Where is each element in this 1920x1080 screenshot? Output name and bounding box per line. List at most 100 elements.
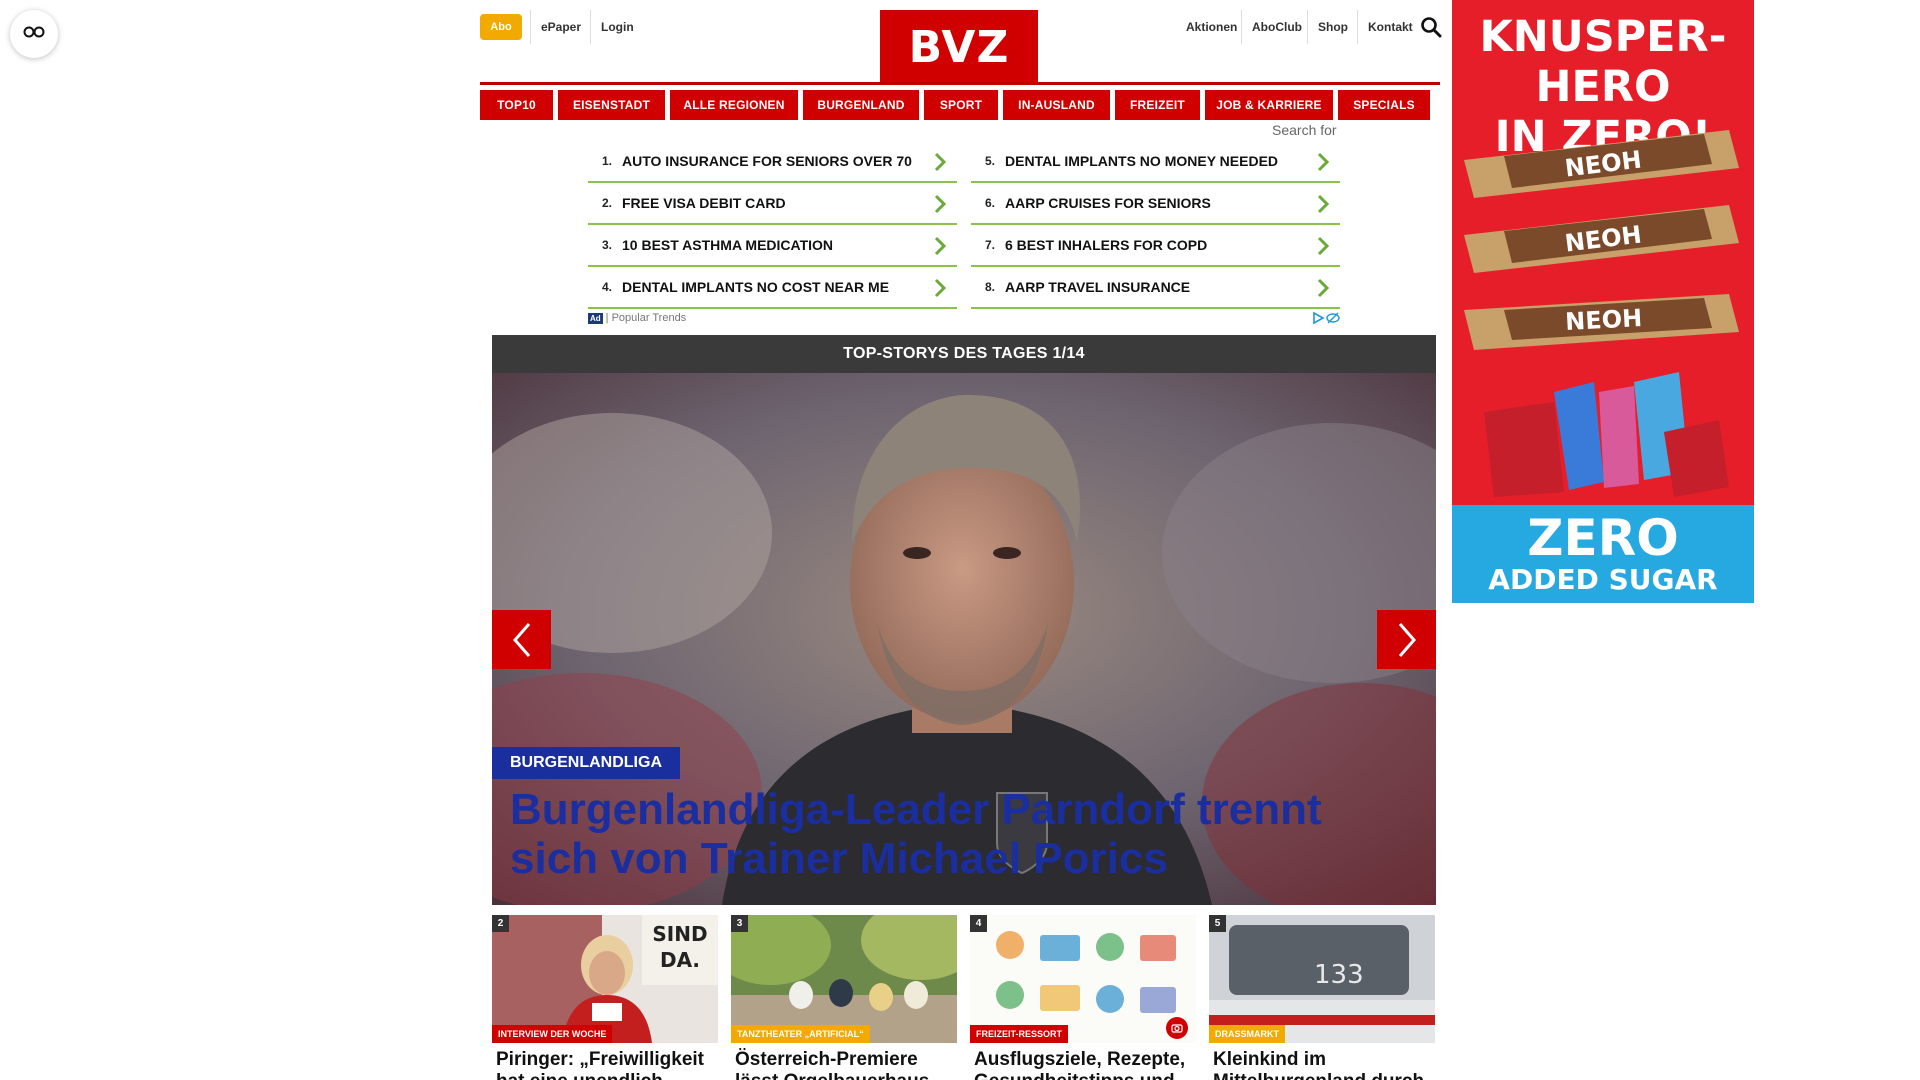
link-number: 3.: [601, 238, 612, 252]
kontakt-link[interactable]: Kontakt: [1357, 10, 1423, 44]
svg-text:NEOH: NEOH: [1565, 304, 1643, 336]
top-stories-bar: TOP-STORYS DES TAGES 1/14: [492, 335, 1436, 373]
ad-footer: Ad | Popular Trends: [588, 310, 1340, 326]
link-text: AUTO INSURANCE FOR SENIORS OVER 70: [622, 153, 912, 169]
link-number: 4.: [601, 280, 612, 294]
adchoices-icon[interactable]: [1312, 311, 1340, 328]
nav-alle-regionen[interactable]: ALLE REGIONEN: [670, 90, 798, 120]
nav-top10[interactable]: TOP10: [480, 90, 553, 120]
sponsored-link[interactable]: 8. AARP TRAVEL INSURANCE: [971, 267, 1340, 309]
sponsored-link[interactable]: 7. 6 BEST INHALERS FOR COPD: [971, 225, 1340, 267]
card-rank: 3: [731, 915, 748, 932]
link-number: 5.: [984, 154, 995, 168]
ad-bottom-panel: ZERO ADDED SUGAR: [1452, 505, 1754, 603]
card-headline[interactable]: Österreich-Premiere lässt Orgelbauerhaus: [731, 1043, 957, 1080]
product-bar-image: NEOH: [1464, 294, 1739, 350]
story-card[interactable]: 3 TANZTHEATER „ARTIFICIAL“ Österreich-Pr…: [731, 915, 957, 1080]
card-category-tag[interactable]: FREIZEIT-RESSORT: [970, 1025, 1069, 1043]
previous-slide-button[interactable]: [492, 610, 551, 669]
nav-freizeit[interactable]: FREIZEIT: [1115, 90, 1200, 120]
hero-headline[interactable]: Burgenlandliga-Leader Parndorf trennt si…: [510, 785, 1410, 883]
card-rank: 2: [492, 915, 509, 932]
search-icon[interactable]: [1420, 16, 1442, 38]
chevron-right-icon: [934, 152, 947, 172]
product-bar-image: NEOH: [1464, 205, 1739, 273]
chevron-right-icon: [934, 278, 947, 298]
svg-text:DA.: DA.: [660, 948, 700, 972]
card-rank: 4: [970, 915, 987, 932]
card-category-tag[interactable]: TANZTHEATER „ARTIFICIAL“: [731, 1025, 870, 1043]
story-card[interactable]: SIND DA. 2 INTERVIEW DER WOCHE Piringer:…: [492, 915, 718, 1080]
chevron-right-icon: [1317, 194, 1330, 214]
main-nav: TOP10 EISENSTADT ALLE REGIONEN BURGENLAN…: [480, 90, 1440, 120]
card-headline[interactable]: Piringer: „Freiwilligkeit hat eine unend…: [492, 1043, 718, 1080]
reader-mode-button[interactable]: [10, 10, 58, 58]
link-number: 2.: [601, 196, 612, 210]
sponsored-links: 1. AUTO INSURANCE FOR SENIORS OVER 70 5.…: [588, 141, 1340, 309]
link-text: AARP TRAVEL INSURANCE: [1005, 279, 1191, 295]
chevron-right-icon: [934, 236, 947, 256]
sponsored-link[interactable]: 2. FREE VISA DEBIT CARD: [588, 183, 957, 225]
link-text: DENTAL IMPLANTS NO MONEY NEEDED: [1005, 153, 1279, 169]
link-number: 1.: [601, 154, 612, 168]
nav-specials[interactable]: SPECIALS: [1338, 90, 1430, 120]
search-for-label: Search for: [1272, 122, 1337, 138]
story-card[interactable]: 4 FREIZEIT-RESSORT Ausflugsziele, Rezept…: [970, 915, 1196, 1080]
svg-text:133: 133: [1314, 960, 1364, 990]
hero-story[interactable]: BURGENLANDLIGA Burgenlandliga-Leader Par…: [492, 373, 1436, 905]
ad-added-sugar-text: ADDED SUGAR: [1488, 563, 1718, 596]
nav-in-ausland[interactable]: IN-AUSLAND: [1003, 90, 1110, 120]
hero-category-tag[interactable]: BURGENLANDLIGA: [492, 747, 680, 779]
nav-eisenstadt[interactable]: EISENSTADT: [558, 90, 665, 120]
sponsored-link[interactable]: 5. DENTAL IMPLANTS NO MONEY NEEDED: [971, 141, 1340, 183]
card-image: SIND DA. 2 INTERVIEW DER WOCHE: [492, 915, 718, 1043]
chevron-right-icon: [1317, 236, 1330, 256]
glasses-icon: [23, 25, 45, 44]
card-category-tag[interactable]: DRASSMARKT: [1209, 1025, 1285, 1043]
bvz-logo[interactable]: BVZ: [880, 10, 1038, 84]
card-category-tag[interactable]: INTERVIEW DER WOCHE: [492, 1025, 613, 1043]
header-divider: [480, 82, 1440, 85]
next-slide-button[interactable]: [1377, 610, 1436, 669]
card-image: 4 FREIZEIT-RESSORT: [970, 915, 1196, 1043]
chevron-right-icon: [934, 194, 947, 214]
nav-burgenland[interactable]: BURGENLAND: [803, 90, 919, 120]
sponsored-link[interactable]: 3. 10 BEST ASTHMA MEDICATION: [588, 225, 957, 267]
link-number: 6.: [984, 196, 995, 210]
link-text: FREE VISA DEBIT CARD: [622, 195, 786, 211]
nav-sport[interactable]: SPORT: [924, 90, 998, 120]
chevron-right-icon: [1398, 622, 1416, 657]
sponsored-link[interactable]: 1. AUTO INSURANCE FOR SENIORS OVER 70: [588, 141, 957, 183]
link-text: 10 BEST ASTHMA MEDICATION: [622, 237, 834, 253]
aktionen-link[interactable]: Aktionen: [1176, 10, 1247, 44]
shop-link[interactable]: Shop: [1307, 10, 1358, 44]
chevron-left-icon: [512, 622, 530, 657]
card-image: 133 5 DRASSMARKT: [1209, 915, 1435, 1043]
link-text: 6 BEST INHALERS FOR COPD: [1005, 237, 1208, 253]
link-number: 8.: [984, 280, 995, 294]
story-card[interactable]: 133 5 DRASSMARKT Kleinkind im Mittelburg…: [1209, 915, 1435, 1080]
nav-job-karriere[interactable]: JOB & KARRIERE: [1205, 90, 1333, 120]
popular-trends-label: | Popular Trends: [605, 312, 687, 324]
ad-zero-text: ZERO: [1527, 509, 1679, 567]
card-rank: 5: [1209, 915, 1226, 932]
chevron-right-icon: [1317, 278, 1330, 298]
chevron-right-icon: [1317, 152, 1330, 172]
sponsored-link[interactable]: 4. DENTAL IMPLANTS NO COST NEAR ME: [588, 267, 957, 309]
card-headline[interactable]: Kleinkind im Mittelburgenland durch: [1209, 1043, 1435, 1080]
ad-badge: Ad: [588, 312, 603, 324]
card-headline[interactable]: Ausflugsziele, Rezepte, Gesundheitstipps…: [970, 1043, 1196, 1080]
epaper-link[interactable]: ePaper: [530, 10, 591, 44]
aboclub-link[interactable]: AboClub: [1241, 10, 1312, 44]
link-number: 7.: [984, 238, 995, 252]
sidebar-advertisement[interactable]: KNUSPER-HERO IN ZERO! NEOH NEOH NEOH ZER…: [1452, 0, 1754, 603]
sponsored-link[interactable]: 6. AARP CRUISES FOR SENIORS: [971, 183, 1340, 225]
product-bar-image: NEOH: [1464, 130, 1739, 198]
login-link[interactable]: Login: [590, 10, 644, 44]
story-cards: SIND DA. 2 INTERVIEW DER WOCHE Piringer:…: [492, 915, 1436, 1080]
abo-button[interactable]: Abo: [480, 14, 522, 40]
camera-icon: [1166, 1017, 1188, 1039]
card-image: 3 TANZTHEATER „ARTIFICIAL“: [731, 915, 957, 1043]
svg-text:SIND: SIND: [652, 922, 707, 946]
link-text: AARP CRUISES FOR SENIORS: [1005, 195, 1211, 211]
